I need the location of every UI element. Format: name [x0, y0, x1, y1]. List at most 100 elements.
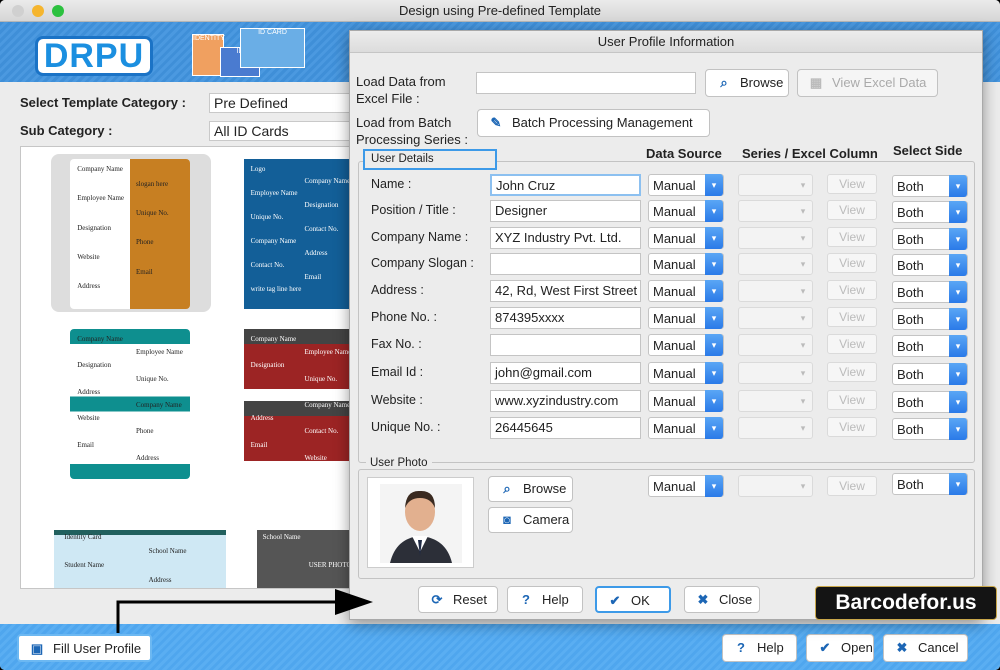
- photo-browse-button[interactable]: ⌕ Browse: [488, 476, 573, 502]
- field-label: Company Name :: [371, 230, 469, 244]
- template-text: School Name: [148, 546, 187, 555]
- select-side-select[interactable]: Both ▾: [892, 228, 968, 250]
- template-thumbnail[interactable]: Identity Card School Name Student Name Addr…: [54, 530, 226, 588]
- chevron-down-icon: ▾: [949, 363, 967, 385]
- data-source-select[interactable]: Manual ▾: [648, 280, 724, 302]
- data-source-select[interactable]: Manual ▾: [648, 362, 724, 384]
- data-source-select[interactable]: Manual ▾: [648, 417, 724, 439]
- data-source-select[interactable]: Manual ▾: [648, 200, 724, 222]
- data-source-select[interactable]: Manual ▾: [648, 390, 724, 412]
- view-button[interactable]: View: [827, 307, 877, 327]
- minimize-window-button[interactable]: [32, 5, 44, 17]
- series-column-select[interactable]: ▾: [738, 200, 813, 222]
- dialog-help-button[interactable]: ? Help: [507, 586, 583, 613]
- series-column-select[interactable]: ▾: [738, 280, 813, 302]
- view-button[interactable]: View: [827, 334, 877, 354]
- open-button[interactable]: ✔ Open: [806, 634, 874, 662]
- field-label: Address :: [371, 283, 424, 297]
- field-input[interactable]: john@gmail.com: [490, 362, 641, 384]
- view-button[interactable]: View: [827, 174, 877, 194]
- close-window-button[interactable]: [12, 5, 24, 17]
- field-input[interactable]: 26445645: [490, 417, 641, 439]
- field-input[interactable]: XYZ Industry Pvt. Ltd.: [490, 227, 641, 249]
- select-side-select[interactable]: Both ▾: [892, 308, 968, 330]
- select-side-select[interactable]: Both ▾: [892, 418, 968, 440]
- photo-series-select[interactable]: ▾: [738, 475, 813, 497]
- template-text: USER PHOTO: [308, 561, 350, 570]
- sub-category-select[interactable]: All ID Cards: [209, 121, 354, 141]
- reset-button[interactable]: ⟳ Reset: [418, 586, 498, 613]
- field-input[interactable]: 42, Rd, West First Street: [490, 280, 641, 302]
- check-icon: ✔: [609, 593, 621, 608]
- template-text: Email: [250, 440, 268, 449]
- dialog-close-button[interactable]: ✖ Close: [684, 586, 760, 613]
- template-text: School Name: [262, 532, 301, 541]
- select-side-select[interactable]: Both ▾: [892, 175, 968, 197]
- data-source-header: Data Source: [646, 146, 722, 161]
- arrow-annotation: [116, 589, 373, 633]
- ok-button[interactable]: ✔ OK: [595, 586, 671, 613]
- data-source-select[interactable]: Manual ▾: [648, 174, 724, 196]
- field-input[interactable]: [490, 334, 641, 356]
- series-column-select[interactable]: ▾: [738, 334, 813, 356]
- photo-source-select[interactable]: Manual ▾: [648, 475, 724, 497]
- photo-side-select[interactable]: Both ▾: [892, 473, 968, 495]
- view-button[interactable]: View: [827, 253, 877, 273]
- series-column-select[interactable]: ▾: [738, 253, 813, 275]
- view-button[interactable]: View: [827, 362, 877, 382]
- template-text: write tag line here: [250, 285, 302, 293]
- select-side-select[interactable]: Both ▾: [892, 391, 968, 413]
- series-column-select[interactable]: ▾: [738, 362, 813, 384]
- view-button[interactable]: View: [827, 280, 877, 300]
- batch-processing-button[interactable]: ✎ Batch Processing Management: [477, 109, 710, 137]
- series-column-select[interactable]: ▾: [738, 307, 813, 329]
- template-thumbnail[interactable]: Company Name Employee Name Designation Uniq…: [70, 329, 190, 479]
- select-side-select[interactable]: Both ▾: [892, 281, 968, 303]
- fill-user-profile-button[interactable]: ▣ Fill User Profile: [17, 634, 152, 662]
- camera-icon: ◙: [503, 512, 511, 527]
- template-thumbnail[interactable]: Company Name Employee Name Designation Uniq…: [244, 329, 349, 479]
- maximize-window-button[interactable]: [52, 5, 64, 17]
- cancel-button[interactable]: ✖ Cancel: [883, 634, 968, 662]
- barcodefor-us-watermark: Barcodefor.us: [815, 586, 997, 620]
- field-input[interactable]: 874395xxxx: [490, 307, 641, 329]
- field-input[interactable]: Designer: [490, 200, 641, 222]
- field-input[interactable]: www.xyzindustry.com: [490, 390, 641, 412]
- template-category-select[interactable]: Pre Defined: [209, 93, 354, 113]
- camera-button[interactable]: ◙ Camera: [488, 507, 573, 533]
- excel-browse-button[interactable]: ⌕ Browse: [705, 69, 789, 97]
- data-source-select[interactable]: Manual ▾: [648, 253, 724, 275]
- template-text: Contact No.: [250, 261, 285, 269]
- series-column-select[interactable]: ▾: [738, 417, 813, 439]
- field-input[interactable]: John Cruz: [490, 174, 641, 196]
- template-text: write tag line here: [250, 387, 302, 396]
- template-text: Company Name: [136, 401, 182, 409]
- series-column-select[interactable]: ▾: [738, 174, 813, 196]
- help-button[interactable]: ? Help: [722, 634, 797, 662]
- field-label: Company Slogan :: [371, 256, 474, 270]
- help-icon: ?: [522, 592, 530, 607]
- view-button[interactable]: View: [827, 390, 877, 410]
- select-side-select[interactable]: Both ▾: [892, 254, 968, 276]
- template-text: Company Name: [250, 335, 297, 343]
- template-thumbnail[interactable]: School Name USER PHOTO: [257, 530, 350, 588]
- excel-file-input[interactable]: [476, 72, 696, 94]
- view-button[interactable]: View: [827, 200, 877, 220]
- user-profile-icon: ▣: [30, 641, 44, 656]
- series-column-select[interactable]: ▾: [738, 227, 813, 249]
- select-side-select[interactable]: Both ▾: [892, 201, 968, 223]
- view-button[interactable]: View: [827, 417, 877, 437]
- data-source-select[interactable]: Manual ▾: [648, 334, 724, 356]
- template-thumbnail[interactable]: Logo Company Name Employee Name Designation…: [244, 159, 349, 309]
- check-icon: ✔: [819, 640, 831, 655]
- select-side-select[interactable]: Both ▾: [892, 363, 968, 385]
- series-column-select[interactable]: ▾: [738, 390, 813, 412]
- view-excel-data-button[interactable]: ▦ View Excel Data: [797, 69, 938, 97]
- data-source-select[interactable]: Manual ▾: [648, 227, 724, 249]
- field-input[interactable]: [490, 253, 641, 275]
- template-thumbnail[interactable]: Company Name slogan here Employee Name Uniq…: [70, 159, 190, 309]
- view-button[interactable]: View: [827, 227, 877, 247]
- photo-view-button[interactable]: View: [827, 476, 877, 496]
- data-source-select[interactable]: Manual ▾: [648, 307, 724, 329]
- select-side-select[interactable]: Both ▾: [892, 335, 968, 357]
